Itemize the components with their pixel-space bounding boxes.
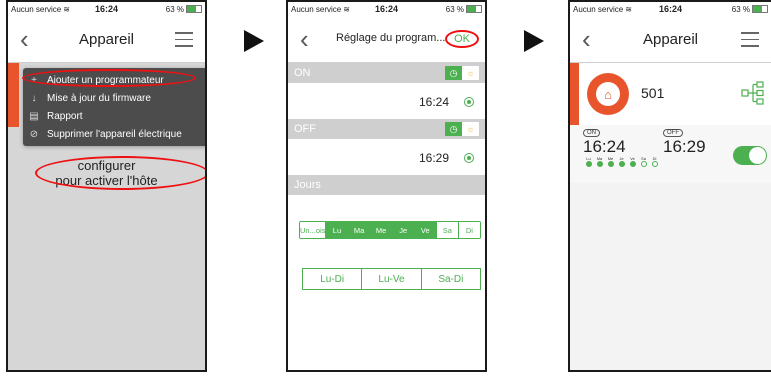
step-arrow-icon	[244, 30, 264, 52]
weekday-dot-circle	[618, 161, 625, 167]
network-tree-icon[interactable]	[741, 81, 765, 105]
phone-screen-2: Aucun service ≋ 16:24 63 % ‹ Réglage du …	[286, 0, 487, 372]
battery-icon	[186, 5, 202, 13]
weekday-dot-circle	[596, 161, 603, 167]
weekday-dot-circle	[640, 161, 647, 167]
back-chevron-icon[interactable]: ‹	[300, 26, 309, 52]
battery-icon	[466, 5, 482, 13]
day-button[interactable]: Ma	[348, 222, 371, 238]
range-lu-ve-button[interactable]: Lu-Ve	[362, 269, 422, 289]
weekday-dot: Ve	[627, 156, 638, 167]
sun-icon[interactable]: ☼	[462, 122, 479, 136]
report-icon: ▤	[29, 110, 39, 122]
on-section-header: ON ◷ ☼	[288, 63, 485, 83]
program-toggle[interactable]	[733, 146, 767, 165]
day-button[interactable]: Un...ois	[300, 222, 327, 238]
weekday-dot-circle	[607, 161, 614, 167]
device-accent-strip	[570, 63, 579, 125]
menu-icon[interactable]	[741, 32, 759, 52]
off-time-value: 16:29	[418, 151, 449, 165]
menu-icon[interactable]	[175, 32, 193, 52]
status-time: 16:24	[658, 4, 683, 14]
clock-icon[interactable]: ◷	[445, 66, 462, 80]
weekday-dot-circle	[651, 161, 658, 167]
device-accent-strip	[8, 63, 19, 127]
weekday-dot-circle	[629, 161, 636, 167]
page-title: Réglage du program...	[336, 32, 446, 44]
house-icon: ⌂	[596, 82, 620, 106]
navbar: ‹ Appareil	[570, 16, 771, 63]
on-time-value: 16:24	[418, 95, 449, 109]
on-tag: ON	[583, 129, 600, 137]
day-button[interactable]: Lu	[326, 222, 349, 238]
status-bar: Aucun service ≋ 16:24 63 %	[288, 2, 485, 16]
phone-screen-3: Aucun service ≋ 16:24 63 % ‹ Appareil ⌂ …	[568, 0, 771, 372]
navbar: ‹ Réglage du program... OK	[288, 16, 485, 63]
content-area	[570, 183, 771, 370]
day-range-selector: Lu-Di Lu-Ve Sa-Di	[302, 268, 481, 290]
highlight-ring-activate	[35, 156, 205, 190]
off-tag: OFF	[663, 129, 683, 137]
on-time-row[interactable]: 16:24	[288, 83, 485, 119]
on-radio[interactable]	[464, 97, 474, 107]
off-time-row[interactable]: 16:29	[288, 139, 485, 175]
status-time: 16:24	[374, 4, 399, 14]
navbar: ‹ Appareil	[8, 16, 205, 63]
weekday-dot: Sa	[638, 156, 649, 167]
off-section-header: OFF ◷ ☼	[288, 119, 485, 139]
days-panel: Un...ois Lu Ma Me Je Ve Sa Di Lu-Di Lu-Ve Sa-Di	[288, 195, 485, 370]
battery-icon	[752, 5, 768, 13]
device-name: 501	[641, 85, 665, 101]
sun-icon[interactable]: ☼	[462, 66, 479, 80]
device-avatar: ⌂	[587, 73, 629, 115]
menu-item-report[interactable]: ▤ Rapport	[23, 107, 205, 125]
weekday-dot-circle	[585, 161, 592, 167]
day-button[interactable]: Je	[392, 222, 415, 238]
device-row[interactable]: ⌂ 501	[570, 63, 771, 126]
prohibit-icon: ⊘	[29, 128, 39, 140]
day-button[interactable]: Sa	[436, 222, 459, 238]
day-button[interactable]: Me	[370, 222, 393, 238]
menu-item-firmware-update[interactable]: ↓ Mise à jour du firmware	[23, 89, 205, 107]
weekday-dot: Me	[605, 156, 616, 167]
weekday-dot: Ma	[594, 156, 605, 167]
day-selector: Un...ois Lu Ma Me Je Ve Sa Di	[299, 221, 481, 239]
day-button[interactable]: Ve	[414, 222, 437, 238]
status-time: 16:24	[94, 4, 119, 14]
on-time-value: 16:24	[583, 137, 626, 156]
weekday-dot: Di	[649, 156, 660, 167]
weekday-dot: Lu	[583, 156, 594, 167]
off-radio[interactable]	[464, 153, 474, 163]
highlight-ring-add	[22, 69, 196, 87]
step-arrow-icon	[524, 30, 544, 52]
range-sa-di-button[interactable]: Sa-Di	[422, 269, 480, 289]
weekday-dots: Lu Ma Me Je Ve Sa Di	[583, 156, 660, 167]
ok-button[interactable]: OK	[445, 30, 479, 48]
menu-item-delete-device[interactable]: ⊘ Supprimer l'appareil électrique	[23, 125, 205, 143]
status-bar: Aucun service ≋ 16:24 63 %	[8, 2, 205, 16]
program-row[interactable]: ON OFF 16:24 16:29 Lu Ma Me Je Ve Sa Di	[570, 125, 771, 184]
days-section-header: Jours	[288, 175, 485, 195]
off-time-value: 16:29	[663, 137, 706, 156]
weekday-dot: Je	[616, 156, 627, 167]
clock-icon[interactable]: ◷	[445, 122, 462, 136]
day-button[interactable]: Di	[458, 222, 480, 238]
download-icon: ↓	[31, 92, 37, 104]
status-bar: Aucun service ≋ 16:24 63 %	[570, 2, 771, 16]
phone-screen-1: Aucun service ≋ 16:24 63 % ‹ Appareil + A…	[6, 0, 207, 372]
range-lu-di-button[interactable]: Lu-Di	[303, 269, 363, 289]
